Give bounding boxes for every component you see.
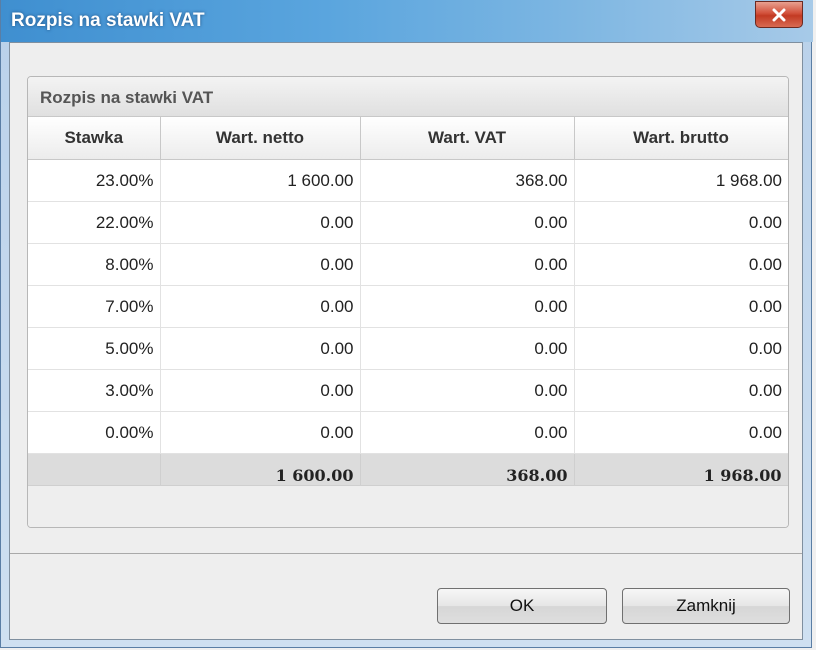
table-row[interactable]: 8.00% 0.00 0.00 0.00 bbox=[28, 243, 788, 286]
window-title: Rozpis na stawki VAT bbox=[11, 10, 205, 31]
panel-header: Rozpis na stawki VAT bbox=[28, 77, 788, 117]
cell-vat: 0.00 bbox=[360, 243, 575, 286]
column-header-vat[interactable]: Wart. VAT bbox=[359, 117, 575, 160]
close-button[interactable]: Zamknij bbox=[622, 588, 790, 624]
cell-rate: 22.00% bbox=[28, 201, 161, 244]
panel-title: Rozpis na stawki VAT bbox=[40, 88, 214, 107]
dialog-content: Rozpis na stawki VAT Stawka Wart. netto … bbox=[9, 42, 803, 640]
table-row[interactable]: 7.00% 0.00 0.00 0.00 bbox=[28, 285, 788, 328]
table-header-row: Stawka Wart. netto Wart. VAT Wart. brutt… bbox=[28, 117, 788, 160]
cell-vat: 0.00 bbox=[360, 285, 575, 328]
cell-vat: 0.00 bbox=[360, 411, 575, 454]
table-row[interactable]: 23.00% 1 600.00 368.00 1 968.00 bbox=[28, 159, 788, 202]
column-header-brutto[interactable]: Wart. brutto bbox=[573, 117, 788, 160]
cell-netto: 0.00 bbox=[160, 327, 361, 370]
cell-rate: 7.00% bbox=[28, 285, 161, 328]
cell-rate: 3.00% bbox=[28, 369, 161, 412]
cell-brutto: 0.00 bbox=[574, 327, 788, 370]
vat-breakdown-panel: Rozpis na stawki VAT Stawka Wart. netto … bbox=[27, 76, 789, 528]
cell-brutto: 0.00 bbox=[574, 201, 788, 244]
cell-netto: 0.00 bbox=[160, 411, 361, 454]
cell-vat: 368.00 bbox=[360, 159, 575, 202]
cell-vat: 0.00 bbox=[360, 369, 575, 412]
title-bar[interactable]: Rozpis na stawki VAT bbox=[1, 0, 813, 42]
ok-button[interactable]: OK bbox=[437, 588, 607, 624]
table-row[interactable]: 3.00% 0.00 0.00 0.00 bbox=[28, 369, 788, 412]
cell-brutto: 1 968.00 bbox=[574, 159, 788, 202]
cell-rate: 5.00% bbox=[28, 327, 161, 370]
cell-vat: 0.00 bbox=[360, 327, 575, 370]
table-row[interactable]: 0.00% 0.00 0.00 0.00 bbox=[28, 411, 788, 454]
window-close-button[interactable] bbox=[755, 1, 803, 28]
column-header-stawka[interactable]: Stawka bbox=[28, 117, 161, 160]
cell-brutto: 0.00 bbox=[574, 243, 788, 286]
vat-table: Stawka Wart. netto Wart. VAT Wart. brutt… bbox=[28, 117, 788, 497]
cell-rate: 0.00% bbox=[28, 411, 161, 454]
column-header-netto[interactable]: Wart. netto bbox=[159, 117, 361, 160]
cell-netto: 0.00 bbox=[160, 285, 361, 328]
cell-brutto: 0.00 bbox=[574, 369, 788, 412]
cell-netto: 0.00 bbox=[160, 201, 361, 244]
cell-rate: 23.00% bbox=[28, 159, 161, 202]
cell-brutto: 0.00 bbox=[574, 411, 788, 454]
cell-netto: 1 600.00 bbox=[160, 159, 361, 202]
cell-rate: 8.00% bbox=[28, 243, 161, 286]
table-row[interactable]: 5.00% 0.00 0.00 0.00 bbox=[28, 327, 788, 370]
table-row[interactable]: 22.00% 0.00 0.00 0.00 bbox=[28, 201, 788, 244]
dialog-window: Rozpis na stawki VAT Rozpis na stawki VA… bbox=[0, 0, 813, 648]
panel-footer bbox=[28, 485, 788, 527]
close-icon bbox=[772, 8, 786, 21]
cell-brutto: 0.00 bbox=[574, 285, 788, 328]
cell-netto: 0.00 bbox=[160, 369, 361, 412]
cell-netto: 0.00 bbox=[160, 243, 361, 286]
separator bbox=[10, 553, 802, 554]
cell-vat: 0.00 bbox=[360, 201, 575, 244]
